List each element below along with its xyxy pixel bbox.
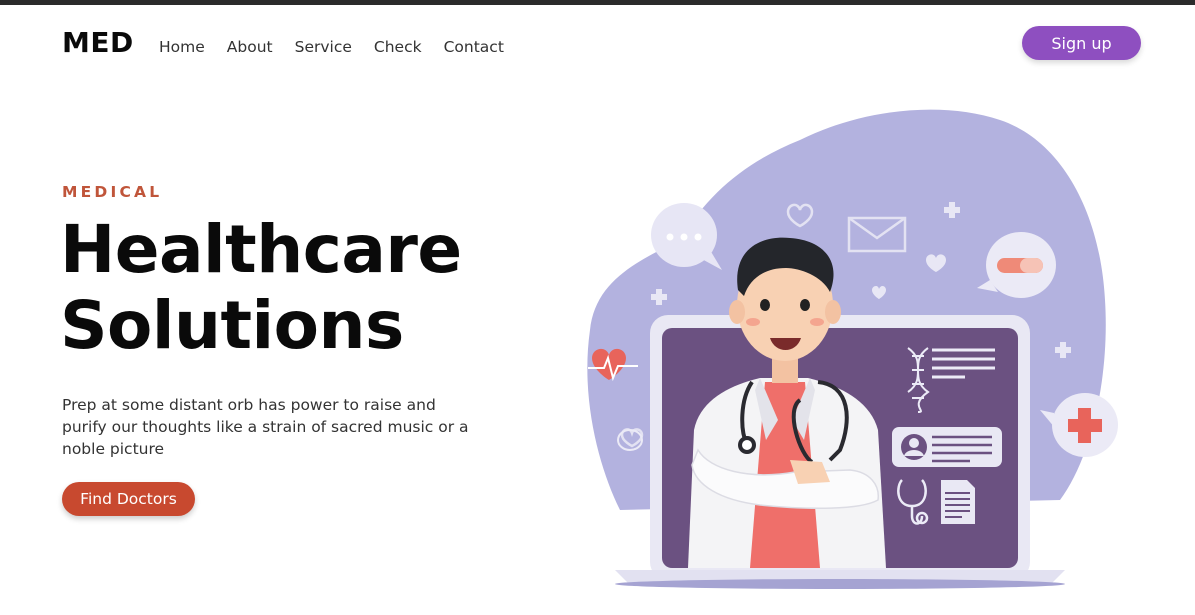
main-nav: Home About Service Check Contact [159,38,526,56]
hero-eyebrow: MEDICAL [62,183,163,201]
nav-link-home[interactable]: Home [159,38,205,56]
hero-title-line2: Solutions [60,287,404,364]
signup-button[interactable]: Sign up [1022,26,1141,60]
nav-link-about[interactable]: About [227,38,273,56]
nav-link-service[interactable]: Service [295,38,352,56]
hero-description: Prep at some distant orb has power to ra… [62,396,469,458]
brand-logo[interactable]: MED [62,26,134,59]
id-card-icon [892,427,1002,467]
nav-link-check[interactable]: Check [374,38,422,56]
top-border [0,0,1195,5]
nav-link-contact[interactable]: Contact [444,38,504,56]
document-icon [941,480,975,524]
hero-title-line1: Healthcare [60,211,462,288]
find-doctors-button[interactable]: Find Doctors [62,482,195,516]
hero-title: Healthcare Solutions [60,212,462,364]
doctor-illustration [587,109,1118,589]
